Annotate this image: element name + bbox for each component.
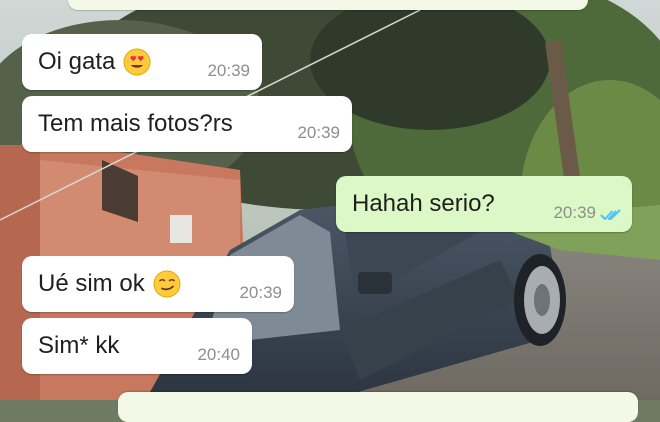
message-timestamp: 20:40: [197, 345, 240, 364]
incoming-message-bubble[interactable]: Tem mais fotos?rs 20:39: [22, 96, 352, 152]
incoming-message-bubble[interactable]: Oi gata 20:39: [22, 34, 262, 90]
message-text: Oi gata: [38, 48, 116, 75]
message-text: Hahah serio?: [352, 190, 495, 217]
heart-eyes-face-icon: [123, 48, 151, 76]
message-timestamp: 20:39: [207, 61, 250, 80]
message-timestamp: 20:39: [239, 283, 282, 302]
read-double-check-icon: [600, 207, 624, 223]
incoming-message-bubble[interactable]: Ué sim ok 20:39: [22, 256, 294, 312]
message-timestamp: 20:39: [553, 203, 596, 222]
outgoing-message-bubble[interactable]: Hahah serio? 20:39: [336, 176, 632, 232]
message-text: Sim* kk: [38, 332, 120, 359]
message-text: Ué sim ok: [38, 270, 145, 297]
message-text: Tem mais fotos?rs: [38, 110, 233, 137]
smirking-face-icon: [153, 270, 181, 298]
message-timestamp: 20:39: [297, 123, 340, 142]
incoming-message-bubble[interactable]: Sim* kk 20:40: [22, 318, 252, 374]
next-message-bubble-partial[interactable]: [118, 392, 638, 422]
previous-message-bubble-partial[interactable]: [68, 0, 588, 10]
